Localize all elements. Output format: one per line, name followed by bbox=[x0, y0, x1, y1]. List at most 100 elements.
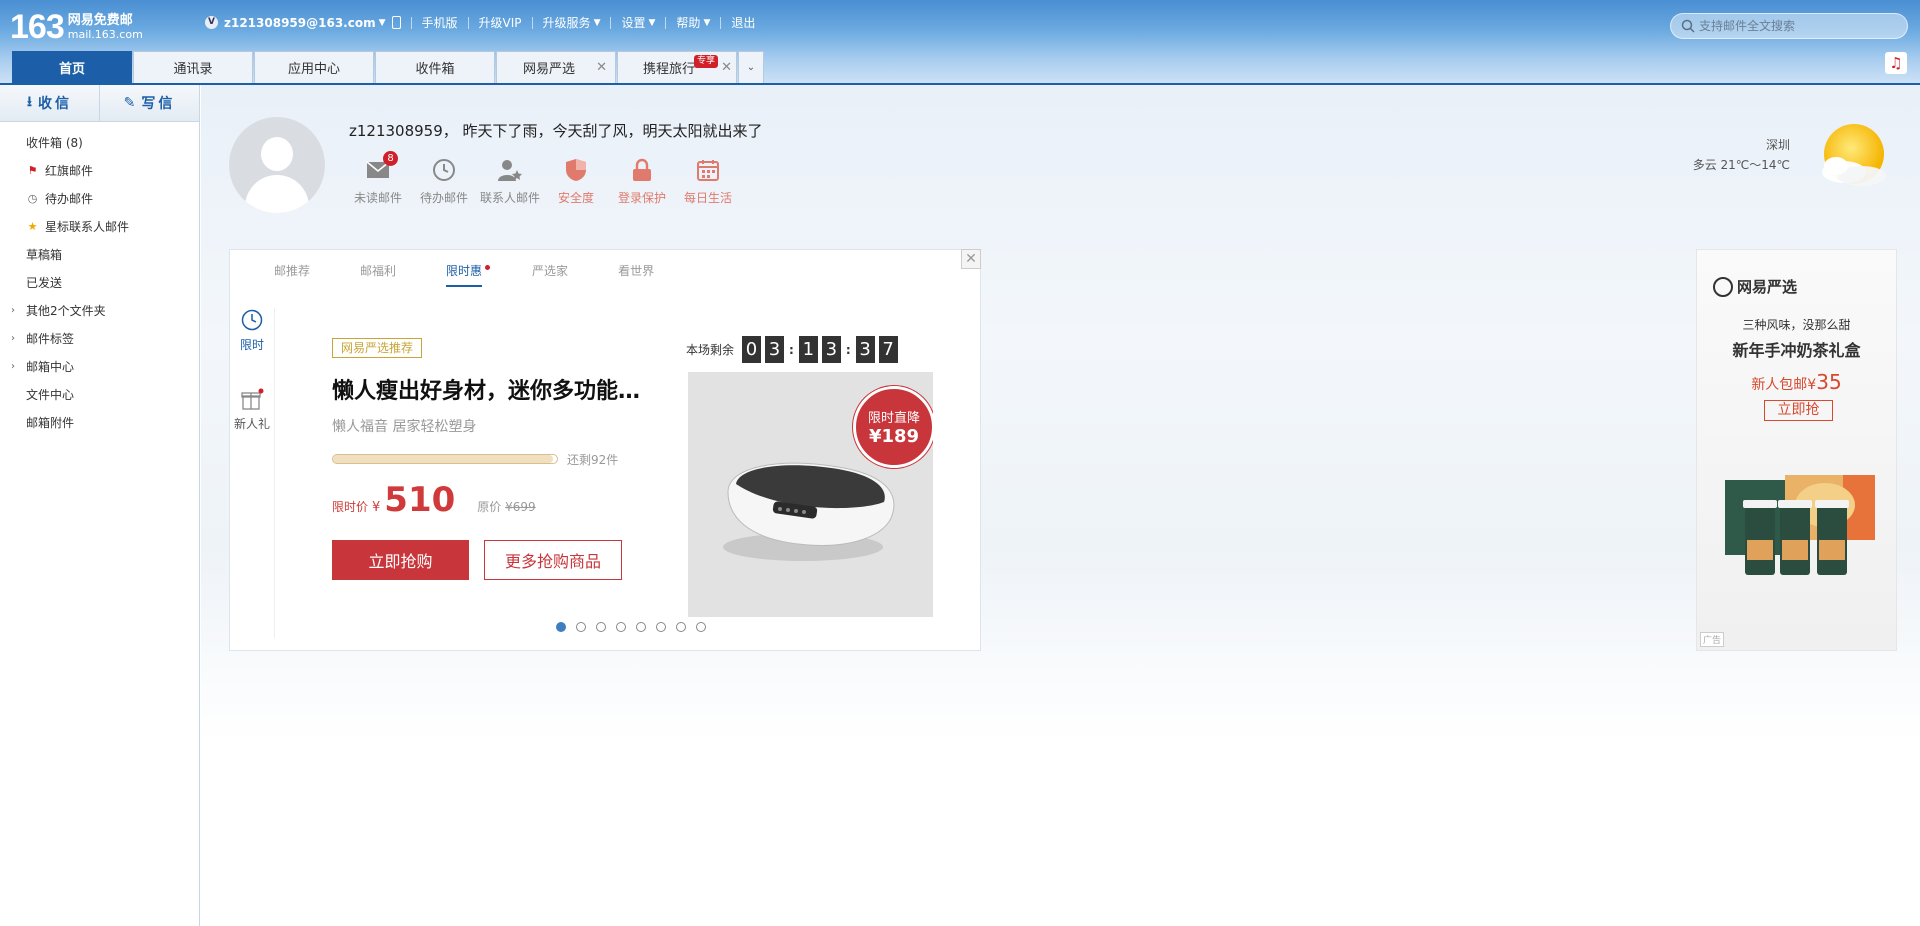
ad-banner[interactable]: 网易严选 三种风味，没那么甜 新年手冲奶茶礼盒 新人包邮¥35 立即抢 广告 bbox=[1696, 249, 1897, 651]
nav-mobile[interactable]: 手机版 bbox=[422, 14, 458, 31]
tab-app-center[interactable]: 应用中心 bbox=[254, 51, 374, 83]
ad-line1: 三种风味，没那么甜 bbox=[1742, 318, 1851, 332]
clock-icon bbox=[240, 308, 264, 332]
folder-mail-center[interactable]: › 邮箱中心 bbox=[0, 352, 199, 380]
side-newcomer-gift[interactable]: 新人礼 bbox=[230, 387, 274, 432]
close-icon[interactable]: ✕ bbox=[961, 249, 981, 269]
chevron-right-icon[interactable]: › bbox=[11, 333, 15, 344]
top-bar: 163 网易免费邮 mail.163.com V z121308959@163.… bbox=[0, 0, 1920, 85]
nav-logout[interactable]: 退出 bbox=[731, 14, 755, 31]
carousel-dot[interactable] bbox=[696, 622, 706, 632]
folder-other[interactable]: › 其他2个文件夹 bbox=[0, 296, 199, 324]
promo-side-nav: 限时 新人礼 bbox=[230, 308, 275, 638]
nav-upgrade-service[interactable]: 升级服务 bbox=[543, 14, 591, 31]
carousel-dot[interactable] bbox=[656, 622, 666, 632]
nav-help[interactable]: 帮助 bbox=[676, 14, 700, 31]
download-icon: ⭳ bbox=[27, 94, 32, 110]
ad-line3: 新人包邮¥35 bbox=[1751, 370, 1842, 394]
search-box[interactable] bbox=[1670, 13, 1908, 39]
product-tag: 网易严选推荐 bbox=[332, 338, 423, 358]
folder-inbox[interactable]: 收件箱 (8) bbox=[0, 128, 199, 156]
tab-yanxuan[interactable]: 网易严选 ✕ bbox=[496, 51, 616, 83]
folder-red-flag[interactable]: ⚑ 红旗邮件 bbox=[0, 156, 199, 184]
chevron-down-icon[interactable]: ▼ bbox=[703, 18, 710, 28]
music-icon[interactable]: ♫ bbox=[1885, 52, 1907, 74]
promo-tab-recommend[interactable]: 邮推荐 bbox=[274, 262, 310, 287]
carousel-dot[interactable] bbox=[576, 622, 586, 632]
more-deals-button[interactable]: 更多抢购商品 bbox=[484, 540, 622, 580]
tab-bar: 首页 通讯录 应用中心 收件箱 网易严选 ✕ 携程旅行 专享 ✕ ⌄ bbox=[12, 51, 765, 83]
tab-ctrip[interactable]: 携程旅行 专享 ✕ bbox=[617, 51, 737, 83]
product-price: 限时价 ¥ 510 原价 ¥699 bbox=[332, 480, 536, 520]
weather-desc: 多云 21℃～14℃ bbox=[1692, 158, 1790, 172]
chevron-down-icon: ⌄ bbox=[746, 62, 756, 73]
search-icon bbox=[1681, 19, 1695, 33]
unread-count-badge: 8 bbox=[383, 151, 398, 166]
logo-title: 网易免费邮 bbox=[67, 12, 133, 28]
weather-widget[interactable]: 深圳 多云 21℃～14℃ bbox=[1693, 135, 1790, 175]
folder-attachments[interactable]: 邮箱附件 bbox=[0, 408, 199, 436]
logo[interactable]: 163 网易免费邮 mail.163.com bbox=[10, 8, 143, 47]
tab-home[interactable]: 首页 bbox=[12, 51, 132, 83]
write-mail-button[interactable]: ✎ 写信 bbox=[99, 85, 199, 121]
folder-list: 收件箱 (8) ⚑ 红旗邮件 ◷ 待办邮件 ★ 星标联系人邮件 草稿箱 已发送 … bbox=[0, 122, 199, 436]
folder-tags[interactable]: › 邮件标签 bbox=[0, 324, 199, 352]
quick-security[interactable]: 安全度 bbox=[543, 157, 609, 206]
weather-city: 深圳 bbox=[1765, 138, 1790, 152]
tab-inbox[interactable]: 收件箱 bbox=[375, 51, 495, 83]
tab-more-button[interactable]: ⌄ bbox=[738, 51, 764, 83]
ad-tag: 广告 bbox=[1700, 632, 1725, 647]
folder-file-center[interactable]: 文件中心 bbox=[0, 380, 199, 408]
logo-number: 163 bbox=[10, 8, 65, 46]
promo-tab-world[interactable]: 看世界 bbox=[618, 262, 654, 287]
close-icon[interactable]: ✕ bbox=[721, 60, 732, 75]
avatar[interactable] bbox=[229, 117, 325, 213]
quick-login-protect[interactable]: 登录保护 bbox=[609, 157, 675, 206]
vip-badge-icon: V bbox=[205, 16, 218, 29]
nav-settings[interactable]: 设置 bbox=[621, 14, 645, 31]
quick-contact-mail[interactable]: 联系人邮件 bbox=[477, 157, 543, 206]
chevron-down-icon[interactable]: ▼ bbox=[379, 18, 386, 28]
quick-todo[interactable]: 待办邮件 bbox=[411, 157, 477, 206]
carousel-dot[interactable] bbox=[596, 622, 606, 632]
stock-left: 还剩92件 bbox=[567, 453, 619, 467]
user-email[interactable]: z121308959@163.com bbox=[224, 16, 376, 30]
flag-icon: ⚑ bbox=[27, 163, 38, 177]
promo-tab-yanxuan[interactable]: 严选家 bbox=[532, 262, 568, 287]
product-image[interactable]: 限时直降 ¥189 bbox=[688, 372, 933, 617]
product-subtitle: 懒人福音 居家轻松塑身 bbox=[332, 419, 477, 435]
chevron-down-icon[interactable]: ▼ bbox=[649, 18, 656, 28]
edit-icon: ✎ bbox=[123, 95, 136, 111]
sidebar: ⭳ 收信 ✎ 写信 收件箱 (8) ⚑ 红旗邮件 ◷ 待办邮件 ★ 星标联系人邮… bbox=[0, 85, 200, 926]
ad-buy-button[interactable]: 立即抢 bbox=[1764, 400, 1833, 421]
original-price: 原价 ¥699 bbox=[477, 500, 536, 514]
chevron-right-icon[interactable]: › bbox=[11, 361, 15, 372]
folder-todo[interactable]: ◷ 待办邮件 bbox=[0, 184, 199, 212]
tab-contacts[interactable]: 通讯录 bbox=[133, 51, 253, 83]
promo-card: ✕ 邮推荐 邮福利 限时惠 严选家 看世界 限时 新人礼 网易严选推荐 懒人瘦出… bbox=[229, 249, 981, 651]
chevron-right-icon[interactable]: › bbox=[11, 305, 15, 316]
folder-sent[interactable]: 已发送 bbox=[0, 268, 199, 296]
carousel-dot[interactable] bbox=[556, 622, 566, 632]
quick-unread[interactable]: 8 未读邮件 bbox=[345, 151, 411, 206]
folder-starred-contacts[interactable]: ★ 星标联系人邮件 bbox=[0, 212, 199, 240]
user-nav: V z121308959@163.com ▼ 手机版 升级VIP 升级服务 ▼ … bbox=[205, 14, 755, 31]
product-title[interactable]: 懒人瘦出好身材，迷你多功能甩脂机 bbox=[332, 373, 652, 405]
search-input[interactable] bbox=[1699, 19, 1899, 33]
buy-now-button[interactable]: 立即抢购 bbox=[332, 540, 469, 580]
close-icon[interactable]: ✕ bbox=[596, 60, 607, 75]
main-content: z121308959， 昨天下了雨，今天刮了风，明天太阳就出来了 8 未读邮件 … bbox=[201, 85, 1920, 926]
quick-daily-life[interactable]: 每日生活 bbox=[675, 157, 741, 206]
promo-tab-flash[interactable]: 限时惠 bbox=[446, 262, 491, 287]
side-flash[interactable]: 限时 bbox=[230, 308, 274, 353]
chevron-down-icon[interactable]: ▼ bbox=[594, 18, 601, 28]
promo-tab-welfare[interactable]: 邮福利 bbox=[360, 262, 396, 287]
stock-progress-bar bbox=[332, 454, 558, 464]
folder-drafts[interactable]: 草稿箱 bbox=[0, 240, 199, 268]
carousel-dot[interactable] bbox=[676, 622, 686, 632]
nav-upgrade-vip[interactable]: 升级VIP bbox=[479, 14, 522, 31]
carousel-dot[interactable] bbox=[616, 622, 626, 632]
carousel-dot[interactable] bbox=[636, 622, 646, 632]
receive-mail-button[interactable]: ⭳ 收信 bbox=[0, 85, 99, 121]
phone-icon[interactable] bbox=[391, 16, 401, 29]
